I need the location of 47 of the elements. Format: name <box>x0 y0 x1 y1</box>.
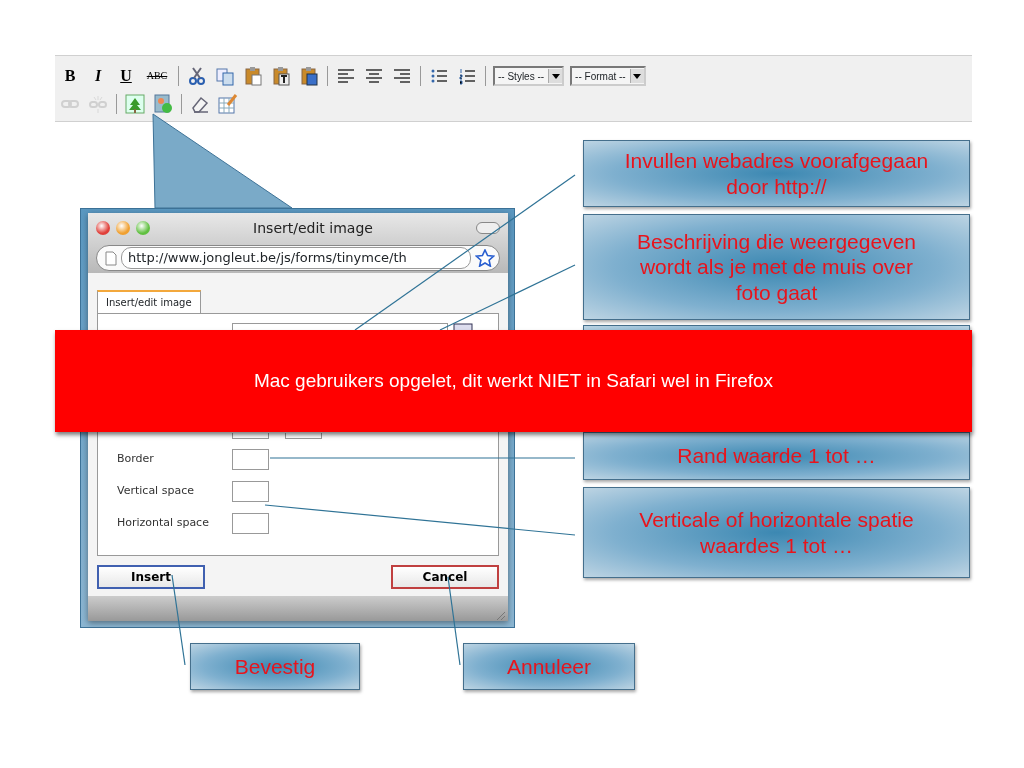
window-button[interactable] <box>96 221 110 235</box>
url-field[interactable]: http://www.jongleut.be/js/forms/tinymce/th <box>121 247 471 269</box>
align-center-icon[interactable] <box>364 66 384 86</box>
numbered-list-icon[interactable] <box>457 66 477 86</box>
eraser-icon[interactable] <box>190 94 210 114</box>
clipboard-icon[interactable] <box>271 66 291 86</box>
field-label: Border <box>117 451 155 468</box>
dropdown[interactable]: -- Styles -- <box>493 66 565 86</box>
window-button[interactable] <box>136 221 150 235</box>
field-label: Vertical space <box>117 483 195 500</box>
resize-grip-icon[interactable] <box>495 610 505 620</box>
cancel-button[interactable]: Cancel <box>391 565 499 589</box>
callout-box: Rand waarde 1 tot … <box>583 432 970 480</box>
tab[interactable]: Insert/edit image <box>97 290 201 313</box>
picture-icon[interactable] <box>153 94 173 114</box>
window-button[interactable] <box>116 221 130 235</box>
window-title: Insert/edit image <box>252 218 374 238</box>
format-button[interactable]: ABC <box>143 65 171 87</box>
input-field[interactable] <box>232 481 269 502</box>
callout-box: Verticale of horizontale spatie waardes 1 tot … <box>583 487 970 578</box>
page-icon <box>105 250 117 266</box>
table-pencil-icon[interactable] <box>218 94 238 114</box>
clipboard-icon[interactable] <box>299 66 319 86</box>
callout-box: Invullen webadres voorafgegaan door http:// <box>583 140 970 207</box>
caret-icon <box>633 73 642 79</box>
callout-box: Beschrijving die weergegeven wordt als je met de muis over foto gaat <box>583 214 970 320</box>
dropdown[interactable]: -- Format -- <box>570 66 646 86</box>
clipboard-icon[interactable] <box>243 66 263 86</box>
format-button[interactable]: B <box>59 65 81 87</box>
input-field[interactable] <box>232 513 269 534</box>
align-left-icon[interactable] <box>336 66 356 86</box>
format-button[interactable]: I <box>87 65 109 87</box>
callout-box: Annuleer <box>463 643 635 690</box>
callout-box: Bevestig <box>190 643 360 690</box>
warning-banner: Mac gebruikers opgelet, dit werkt NIET in Safari wel in Firefox <box>55 330 972 432</box>
insert-button[interactable]: Insert <box>97 565 205 589</box>
input-field[interactable] <box>232 449 269 470</box>
caret-icon <box>551 73 560 79</box>
tree-image-icon[interactable] <box>125 94 145 114</box>
input-field[interactable] <box>285 433 322 439</box>
format-button[interactable]: U <box>115 65 137 87</box>
field-label: Horizontal space <box>117 515 210 532</box>
cut-icon[interactable] <box>187 66 207 86</box>
align-right-icon[interactable] <box>392 66 412 86</box>
copy-icon[interactable] <box>215 66 235 86</box>
input-field[interactable] <box>232 433 269 439</box>
star-icon[interactable] <box>475 249 495 267</box>
